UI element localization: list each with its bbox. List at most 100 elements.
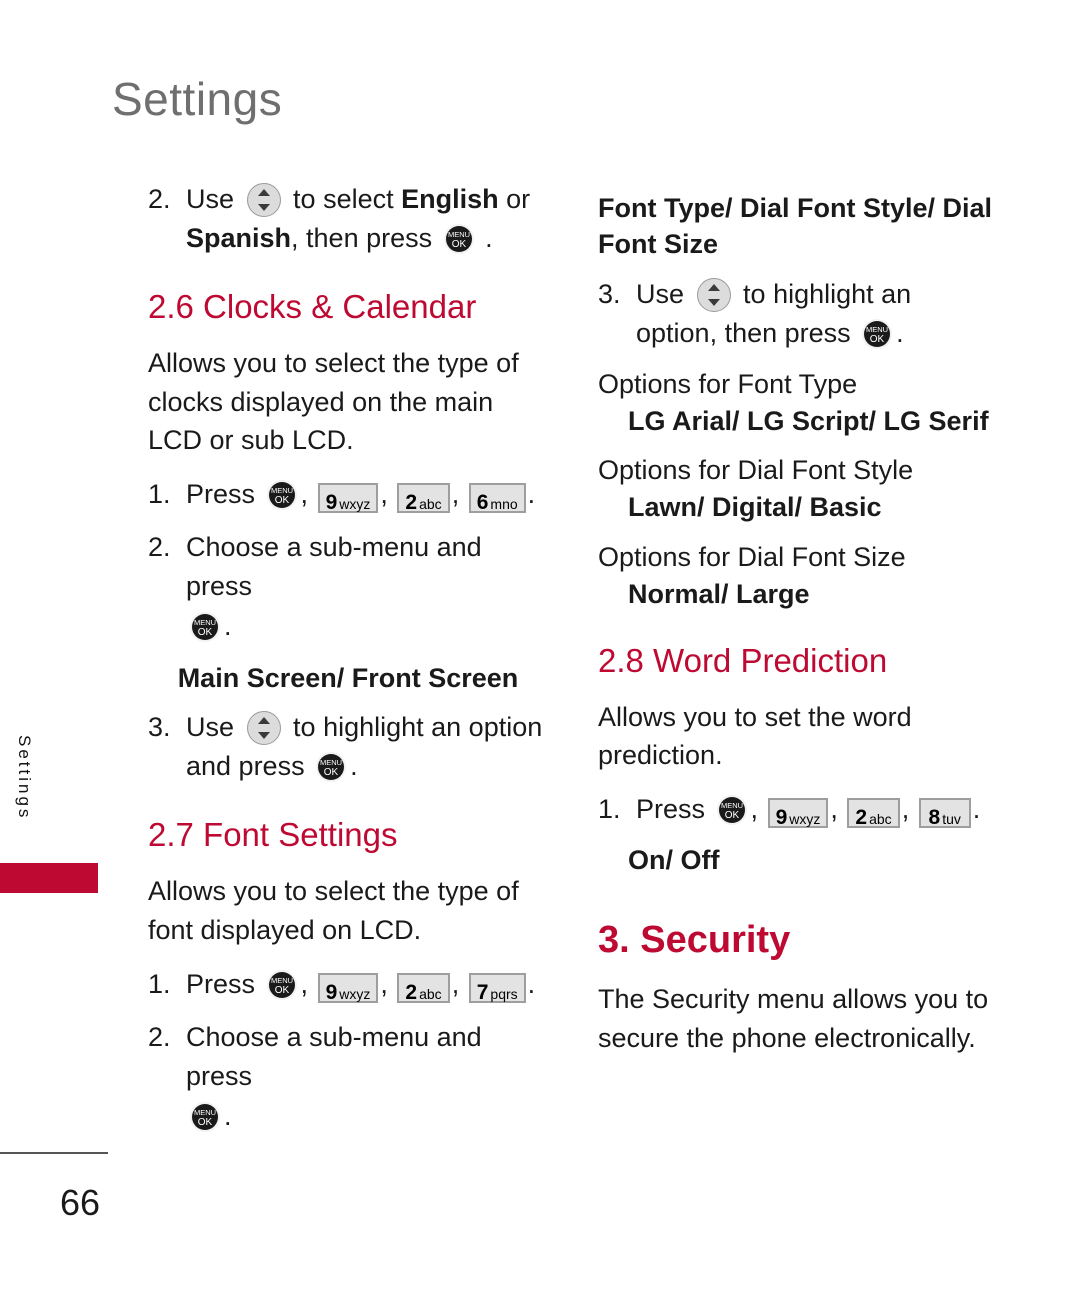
step-text-part4: , then press (291, 223, 433, 254)
comma: , (300, 479, 309, 510)
svg-text:MENU: MENU (866, 325, 888, 334)
step-text: Choose a sub-menu and press (186, 1022, 482, 1092)
footer-divider (0, 1152, 108, 1154)
menu-ok-key-icon: MENU OK (189, 611, 221, 643)
key-digit: 6 (476, 491, 489, 515)
svg-text:OK: OK (724, 810, 739, 821)
keypad-key-9: 9 wxyz (767, 798, 829, 829)
section-heading-security: 3. Security (598, 918, 791, 961)
keypad-key-2: 2 abc (847, 798, 900, 830)
comma: , (901, 794, 910, 825)
step-press-keys-word-prediction: 1. Press MENU OK , 9 wxyz, 2 abc, 8 tuv. (598, 790, 998, 829)
svg-text:MENU: MENU (271, 486, 293, 495)
svg-text:MENU: MENU (194, 1108, 216, 1117)
keypad-key-9: 9 wxyz (317, 973, 379, 1005)
svg-text:MENU: MENU (320, 758, 342, 767)
step-choose-submenu-clocks: 2. Choose a sub-menu and press MENU OK . (148, 528, 548, 645)
key-letters: abc (419, 496, 442, 513)
svg-text:OK: OK (870, 334, 885, 345)
svg-text:MENU: MENU (721, 801, 743, 810)
options-value-dial-font-size: Normal/ Large (628, 578, 810, 609)
step-number: 1. (598, 794, 621, 825)
comma: , (750, 794, 759, 825)
options-value-word-prediction: On/ Off (628, 845, 720, 876)
key-digit: 9 (325, 491, 338, 515)
comma: , (451, 479, 460, 510)
sub-heading-font-type: Font Type/ Dial Font Style/ Dial Font Si… (598, 193, 993, 260)
comma: , (380, 969, 388, 1000)
options-value-font-type: LG Arial/ LG Script/ LG Serif (628, 406, 989, 437)
svg-text:MENU: MENU (271, 976, 293, 985)
sub-heading-main-front-screen: Main Screen/ Front Screen (177, 662, 519, 693)
period: . (224, 610, 232, 641)
svg-text:OK: OK (198, 627, 213, 638)
press-label: Press (186, 479, 256, 510)
side-tab-marker (0, 863, 98, 893)
step-highlight-option-font: 3. Use to highlight an option, then pres… (598, 275, 998, 353)
step-press-keys-font: 1. Press MENU OK , 9 wxyz, 2 abc, 7 pqrs. (148, 965, 548, 1004)
menu-ok-key-icon: MENU OK (266, 479, 298, 511)
key-letters: wxyz (789, 811, 821, 828)
step-text-part1: Use (186, 184, 235, 214)
keypad-key-8: 8 tuv (918, 798, 971, 829)
navigation-key-icon (696, 277, 731, 312)
word-prediction-description: Allows you to set the word prediction. (598, 701, 912, 770)
key-letters: wxyz (339, 986, 371, 1003)
key-letters: wxyz (339, 496, 371, 513)
options-label-dial-font-style: Options for Dial Font Style (598, 455, 914, 486)
key-digit: 2 (405, 491, 418, 515)
page-number: 66 (60, 1182, 101, 1223)
period: . (350, 751, 358, 782)
page-title: Settings (112, 73, 283, 125)
section-heading-word-prediction: 2.8 Word Prediction (598, 641, 888, 679)
right-column: Font Type/ Dial Font Style/ Dial Font Si… (598, 180, 998, 1073)
step-choose-submenu-font: 2. Choose a sub-menu and press MENU OK . (148, 1018, 548, 1135)
press-label: Press (186, 969, 256, 1000)
step-text-part2: to highlight an option and press (186, 712, 543, 782)
step-number: 1. (148, 479, 171, 510)
step-text-part1: Use (636, 278, 685, 309)
step-number: 2. (148, 1022, 171, 1053)
step-highlight-option-clocks: 3. Use to highlight an option and press … (148, 708, 548, 786)
svg-text:OK: OK (274, 495, 289, 506)
step-text-part3: or (506, 184, 531, 214)
comma: , (380, 479, 388, 510)
svg-text:OK: OK (451, 239, 466, 250)
key-digit: 9 (325, 981, 338, 1005)
press-label: Press (636, 794, 706, 825)
key-letters: pqrs (490, 986, 518, 1003)
navigation-key-icon (246, 183, 281, 217)
keypad-key-2: 2 abc (397, 483, 450, 515)
period: . (527, 969, 536, 1000)
menu-ok-key-icon: MENU OK (315, 751, 347, 783)
step-number: 2. (148, 532, 171, 563)
period: . (896, 318, 904, 349)
period: . (527, 479, 536, 510)
step-text-part1: Use (186, 712, 235, 743)
font-settings-description: Allows you to select the type of font di… (148, 876, 519, 945)
svg-text:OK: OK (198, 1117, 213, 1128)
period: . (485, 223, 493, 254)
clocks-description: Allows you to select the type of clocks … (148, 348, 519, 455)
option-spanish: Spanish (186, 223, 292, 254)
menu-ok-key-icon: MENU OK (716, 794, 748, 826)
step-number: 3. (598, 278, 621, 309)
options-value-dial-font-style: Lawn/ Digital/ Basic (628, 492, 882, 523)
comma: , (300, 969, 309, 1000)
menu-ok-key-icon: MENU OK (443, 223, 475, 255)
key-digit: 2 (405, 981, 418, 1005)
keypad-key-6: 6 mno (468, 483, 526, 515)
svg-text:MENU: MENU (194, 618, 216, 627)
step-press-keys-clocks: 1. Press MENU OK , 9 wxyz, 2 abc, 6 mno. (148, 475, 548, 514)
comma: , (451, 969, 460, 1000)
period: . (224, 1100, 232, 1131)
option-english: English (401, 184, 499, 214)
step-select-language: 2. Use to select English or Spanish, the… (148, 180, 548, 258)
navigation-key-icon (246, 711, 281, 746)
period: . (972, 794, 981, 825)
options-label-dial-font-size: Options for Dial Font Size (598, 541, 906, 572)
step-number: 1. (148, 969, 171, 1000)
key-letters: abc (869, 811, 892, 828)
key-digit: 2 (855, 806, 868, 830)
svg-text:OK: OK (324, 767, 339, 778)
